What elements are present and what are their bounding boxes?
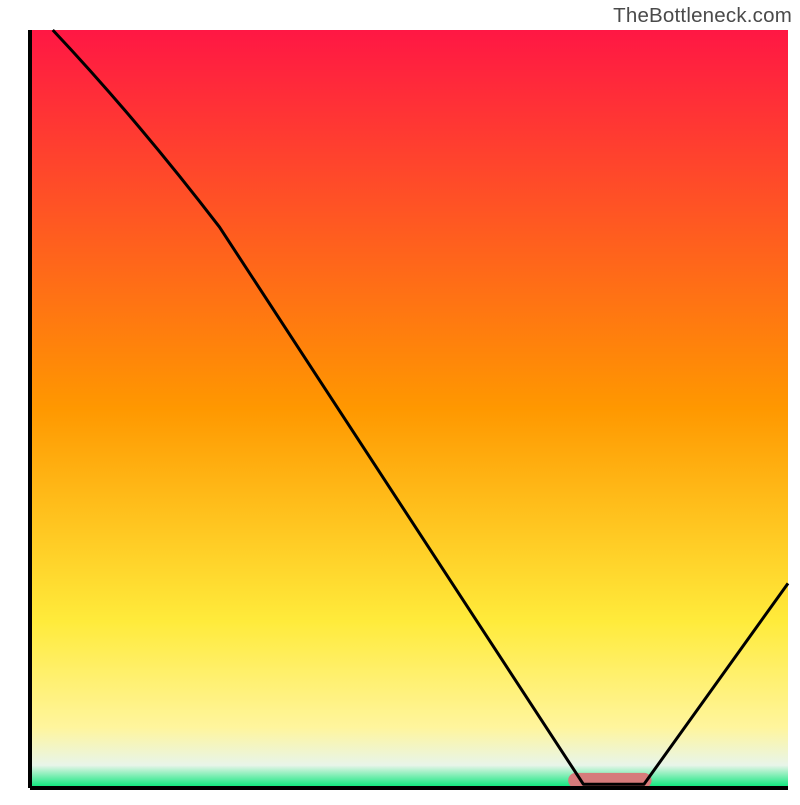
plot-background: [30, 30, 788, 788]
watermark-text: TheBottleneck.com: [613, 4, 792, 28]
chart-container: [0, 0, 800, 800]
chart-svg: [0, 0, 800, 800]
